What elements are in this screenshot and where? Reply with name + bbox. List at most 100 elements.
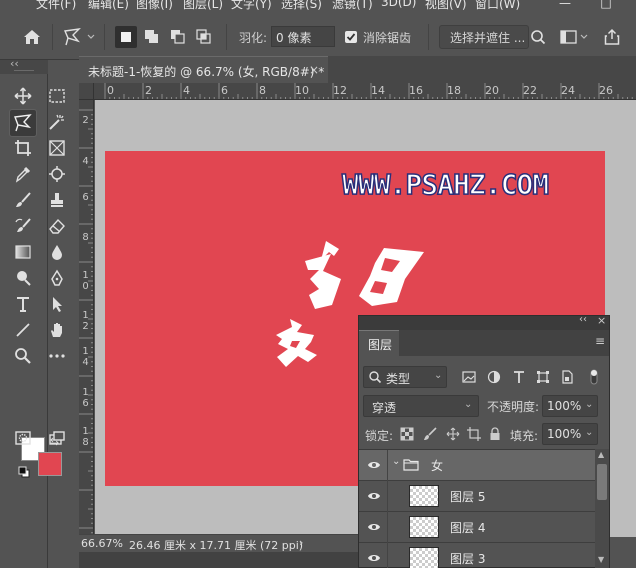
menu-type[interactable]: 文字(Y) [231, 0, 272, 12]
select-and-mask-button[interactable]: 选择并遮住 ... [439, 25, 529, 49]
zoom-tool-icon[interactable] [11, 344, 35, 368]
menu-edit[interactable]: 编辑(E) [88, 0, 129, 12]
chevron-down-icon[interactable]: ⌄ [392, 456, 400, 467]
layers-panel-titlebar[interactable]: ‹‹ × [359, 314, 609, 330]
layer-row[interactable]: 图层 3 [359, 543, 595, 568]
blur-tool-icon[interactable] [45, 240, 69, 264]
new-selection-button[interactable] [115, 26, 137, 48]
quick-mask-icon[interactable] [11, 426, 35, 450]
menu-filter[interactable]: 滤镜(T) [332, 0, 373, 12]
image-filter-icon[interactable] [460, 368, 478, 386]
brush-tool-icon[interactable] [11, 188, 35, 212]
more-tools-icon[interactable] [45, 344, 69, 368]
smart-object-filter-icon[interactable] [558, 368, 576, 386]
layer-name[interactable]: 图层 3 [450, 550, 485, 567]
layer-name[interactable]: 图层 4 [450, 519, 485, 536]
lasso-tool-icon[interactable] [9, 109, 37, 137]
layer-name[interactable]: 女 [431, 457, 443, 474]
subtract-from-selection-button[interactable] [167, 26, 189, 48]
anti-alias-checkbox[interactable] [345, 31, 357, 43]
menu-layer[interactable]: 图层(L) [183, 0, 223, 12]
layer-name[interactable]: 图层 5 [450, 488, 485, 505]
gradient-tool-icon[interactable] [11, 240, 35, 264]
tab-layers[interactable]: 图层 [359, 330, 399, 356]
polygonal-lasso-icon[interactable] [62, 25, 98, 49]
type-filter-icon[interactable] [510, 368, 528, 386]
path-selection-icon[interactable] [45, 292, 69, 316]
magic-wand-icon[interactable] [45, 110, 69, 134]
lock-all-icon[interactable] [487, 426, 503, 442]
collapse-icon[interactable]: ‹‹ [10, 57, 19, 70]
screen-mode-icon[interactable] [45, 426, 69, 450]
layer-group-row[interactable]: ⌄ 女 [359, 450, 595, 481]
filter-toggle-icon[interactable] [588, 368, 600, 386]
horizontal-ruler[interactable]: 0 2 4 6 8 10 12 14 16 18 20 22 24 26 [94, 83, 636, 100]
layer-row[interactable]: 图层 4 [359, 512, 595, 543]
default-colors-icon[interactable] [18, 466, 30, 478]
ruler-label: 0 [107, 84, 114, 97]
minimize-button[interactable]: — [555, 0, 575, 12]
menu-image[interactable]: 图像(I) [136, 0, 173, 12]
visibility-eye-icon[interactable] [367, 490, 381, 504]
panel-grip[interactable] [14, 70, 34, 71]
close-tab-icon[interactable]: × [309, 63, 319, 77]
document-tab[interactable]: 未标题-1-恢复的 @ 66.7% (女, RGB/8#) * × [79, 56, 328, 83]
eyedropper-icon[interactable] [11, 162, 35, 186]
collapse-icon[interactable]: ‹‹ [579, 314, 587, 325]
scroll-down-icon[interactable]: ▼ [598, 555, 604, 564]
tools-panel-header: ‹‹ [0, 57, 48, 74]
menu-view[interactable]: 视图(V) [425, 0, 467, 12]
home-icon[interactable] [20, 26, 44, 48]
lock-transparent-icon[interactable] [399, 426, 415, 442]
hand-tool-icon[interactable] [45, 318, 69, 342]
shape-filter-icon[interactable] [534, 368, 552, 386]
marquee-tool-icon[interactable] [45, 84, 69, 108]
line-tool-icon[interactable] [11, 318, 35, 342]
search-icon[interactable] [528, 26, 548, 48]
visibility-eye-icon[interactable] [367, 459, 381, 473]
intersect-selection-button[interactable] [193, 26, 215, 48]
document-size: 26.46 厘米 x 17.71 厘米 (72 ppi) [129, 539, 304, 552]
layer-filter-select[interactable]: 类型 ⌄ [363, 366, 447, 388]
eraser-icon[interactable] [45, 214, 69, 238]
background-color-swatch[interactable] [38, 452, 62, 476]
layer-row[interactable]: 图层 5 [359, 481, 595, 512]
feather-input[interactable]: 0 像素 [271, 26, 335, 47]
layer-list-scrollbar[interactable]: ▲ ▼ [595, 449, 609, 568]
type-tool-icon[interactable] [11, 292, 35, 316]
zoom-level[interactable]: 66.67% [81, 537, 123, 550]
opacity-input[interactable]: 100% ⌄ [542, 395, 598, 417]
dodge-tool-icon[interactable] [11, 266, 35, 290]
menu-3d[interactable]: 3D(D) [381, 0, 416, 9]
visibility-eye-icon[interactable] [367, 521, 381, 535]
menu-window[interactable]: 窗口(W) [475, 0, 520, 12]
status-menu-arrow[interactable]: › [299, 536, 303, 549]
vertical-ruler[interactable]: 2 4 6 8 1 0 1 2 1 4 1 6 1 8 [79, 100, 94, 537]
pen-tool-icon[interactable] [45, 266, 69, 290]
move-tool-icon[interactable] [11, 84, 35, 108]
history-brush-icon[interactable] [11, 214, 35, 238]
visibility-eye-icon[interactable] [367, 552, 381, 566]
ruler-origin[interactable] [79, 83, 94, 100]
adjustment-filter-icon[interactable] [485, 368, 503, 386]
scrollbar-thumb[interactable] [597, 464, 607, 500]
blend-mode-select[interactable]: 穿透 ⌄ [363, 395, 479, 417]
crop-tool-icon[interactable] [11, 136, 35, 160]
frame-select-icon[interactable] [45, 162, 69, 186]
stamp-tool-icon[interactable] [45, 188, 69, 212]
menu-select[interactable]: 选择(S) [281, 0, 322, 12]
lock-position-icon[interactable] [445, 426, 461, 442]
share-icon[interactable] [601, 25, 623, 49]
search-icon [368, 370, 382, 387]
workspace-icon[interactable] [559, 26, 589, 48]
close-icon[interactable]: × [597, 314, 606, 327]
frame-tool-icon[interactable] [45, 136, 69, 160]
menu-file[interactable]: 文件(F) [36, 0, 76, 12]
lock-pixels-icon[interactable] [422, 426, 438, 442]
restore-button[interactable]: □ [596, 0, 616, 12]
fill-input[interactable]: 100% ⌄ [542, 423, 598, 445]
panel-menu-icon[interactable]: ≡ [595, 334, 605, 348]
lock-artboard-icon[interactable] [466, 426, 482, 442]
scroll-up-icon[interactable]: ▲ [598, 450, 604, 459]
add-to-selection-button[interactable] [141, 26, 163, 48]
